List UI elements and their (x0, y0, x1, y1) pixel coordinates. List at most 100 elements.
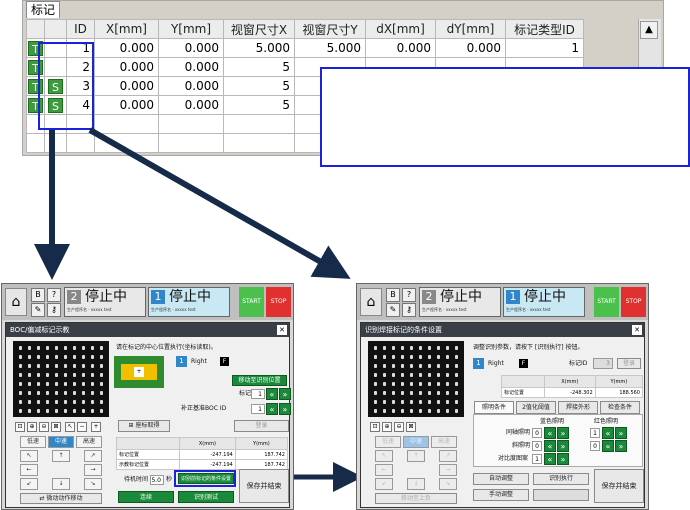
jog-down-right-icon[interactable]: ↘ (84, 478, 102, 490)
boc-next-icon[interactable]: » (279, 403, 291, 415)
mark-id-field[interactable]: 3 (593, 358, 613, 369)
zoom-fit-icon[interactable]: ⊡ (15, 422, 25, 432)
jog-left-icon[interactable]: ← (20, 464, 38, 476)
oblique-red-field[interactable]: 0 (590, 441, 600, 451)
pad-dot (37, 382, 40, 386)
contrast-dec-icon[interactable]: « (544, 453, 556, 465)
stop-button[interactable]: STOP (621, 287, 646, 317)
speed-high-button[interactable]: 高速 (76, 436, 102, 448)
tab-1[interactable]: 2值化阈值 (516, 401, 556, 414)
b-icon[interactable]: B (386, 288, 400, 302)
close-icon[interactable]: ✕ (277, 325, 287, 335)
zoom-in-icon[interactable]: ⊕ (382, 422, 392, 432)
window-icon[interactable]: ⊠ (51, 422, 61, 432)
home-icon[interactable]: ⌂ (360, 288, 382, 316)
tab-content: 蓝色照明 红色照明 同轴照明 0 « » 1 « » 斜照明 0 « » 0 «… (473, 414, 643, 467)
speed-low-button[interactable]: 低速 (375, 436, 401, 448)
speed-mid-button[interactable]: 中速 (48, 436, 74, 448)
coaxial-red-dec-icon[interactable]: « (602, 427, 614, 439)
jog-left-icon[interactable]: ← (375, 464, 393, 476)
minus-icon[interactable]: − (77, 422, 87, 432)
start-button[interactable]: START (239, 287, 264, 317)
micro-move-button[interactable]: ⇄ 微动动作移动 (20, 493, 102, 504)
save-and-exit-button[interactable]: 保存并结束 (239, 469, 289, 503)
jog-down-left-icon[interactable]: ↙ (375, 478, 393, 490)
tool-icon[interactable]: ✎ (386, 303, 400, 317)
b-icon[interactable]: B (31, 288, 45, 302)
pad-dot (37, 373, 40, 377)
oblique-red-inc-icon[interactable]: » (615, 440, 627, 452)
boc-prev-icon[interactable]: « (266, 403, 278, 415)
jog-up-left-icon[interactable]: ↖ (375, 450, 393, 462)
coaxial-blue-field[interactable]: 0 (532, 428, 542, 438)
jog-up-right-icon[interactable]: ↗ (439, 450, 457, 462)
move-upper-button[interactable]: 移动至上负 (375, 493, 457, 504)
oblique-blue-inc-icon[interactable]: » (557, 440, 569, 452)
prev-icon[interactable]: « (266, 388, 278, 400)
tab-2[interactable]: 焊接外形 (558, 401, 598, 414)
oblique-red-dec-icon[interactable]: « (602, 440, 614, 452)
pad-dot (392, 382, 395, 386)
pad-dot (73, 364, 76, 368)
pad-dot (73, 382, 76, 386)
jog-right-icon[interactable]: → (84, 464, 102, 476)
wait-time-field[interactable]: 5.0 (150, 475, 164, 485)
zoom-out-icon[interactable]: ⊖ (39, 422, 49, 432)
mark-id-field[interactable]: 1 (251, 389, 265, 399)
coord-read-button[interactable]: ⊞ 座标取得 (118, 420, 170, 432)
home-icon[interactable]: ⌂ (5, 288, 27, 316)
auto-adjust-button[interactable]: 自动调整 (473, 473, 529, 485)
close-icon[interactable]: ✕ (632, 325, 642, 335)
manual-adjust-button[interactable]: 手动调整 (473, 489, 529, 501)
coaxial-blue-inc-icon[interactable]: » (557, 427, 569, 439)
pad-dot (46, 409, 49, 413)
pointer-icon[interactable]: ↖ (65, 422, 75, 432)
jog-down-left-icon[interactable]: ↙ (20, 478, 38, 490)
pad-dot (73, 409, 76, 413)
key-icon[interactable]: ⚷ (402, 303, 416, 317)
coaxial-red-inc-icon[interactable]: » (615, 427, 627, 439)
pad-dot (19, 409, 22, 413)
coaxial-red-field[interactable]: 1 (590, 428, 600, 438)
oblique-blue-field[interactable]: 0 (532, 441, 542, 451)
execute-recognition-button[interactable]: 识别执行 (533, 473, 589, 485)
save-and-exit-button[interactable]: 保存并结束 (594, 469, 644, 503)
zoom-fit-icon[interactable]: ⊡ (370, 422, 380, 432)
jog-down-icon[interactable]: ↓ (52, 478, 70, 490)
question-icon[interactable]: ? (47, 288, 61, 302)
stop-button[interactable]: STOP (266, 287, 291, 317)
contrast-inc-icon[interactable]: » (557, 453, 569, 465)
contrast-field[interactable]: 1 (532, 454, 542, 464)
plus-icon[interactable]: + (91, 422, 101, 432)
question-icon[interactable]: ? (402, 288, 416, 302)
jog-right-icon[interactable]: → (439, 464, 457, 476)
continue-button[interactable]: 连续 (118, 491, 174, 503)
jog-down-icon[interactable]: ↓ (407, 478, 425, 490)
tab-0[interactable]: 照明条件 (474, 401, 514, 414)
tab-3[interactable]: 检查条件 (600, 401, 640, 414)
move-to-recognition-button[interactable]: 移动至识别位置 (232, 375, 287, 386)
jog-up-icon[interactable]: ↑ (407, 450, 425, 462)
zoom-out-icon[interactable]: ⊖ (394, 422, 404, 432)
next-icon[interactable]: » (279, 388, 291, 400)
boc-id-field[interactable]: 1 (251, 404, 265, 414)
register-button[interactable]: 登录 (234, 420, 289, 432)
recognition-test-button[interactable]: 识别测试 (178, 491, 234, 503)
jog-up-right-icon[interactable]: ↗ (84, 450, 102, 462)
pad-dot (428, 400, 431, 404)
register-button[interactable]: 登录 (617, 358, 641, 369)
speed-mid-button[interactable]: 中速 (403, 436, 429, 448)
start-button[interactable]: START (594, 287, 619, 317)
speed-low-button[interactable]: 低速 (20, 436, 46, 448)
jog-up-icon[interactable]: ↑ (52, 450, 70, 462)
oblique-blue-dec-icon[interactable]: « (544, 440, 556, 452)
zoom-in-icon[interactable]: ⊕ (27, 422, 37, 432)
jog-down-right-icon[interactable]: ↘ (439, 478, 457, 490)
speed-high-button[interactable]: 高速 (431, 436, 457, 448)
window-icon[interactable]: ⊠ (406, 422, 416, 432)
key-icon[interactable]: ⚷ (47, 303, 61, 317)
tool-icon[interactable]: ✎ (31, 303, 45, 317)
coaxial-blue-dec-icon[interactable]: « (544, 427, 556, 439)
pad-dot (73, 373, 76, 377)
jog-up-left-icon[interactable]: ↖ (20, 450, 38, 462)
